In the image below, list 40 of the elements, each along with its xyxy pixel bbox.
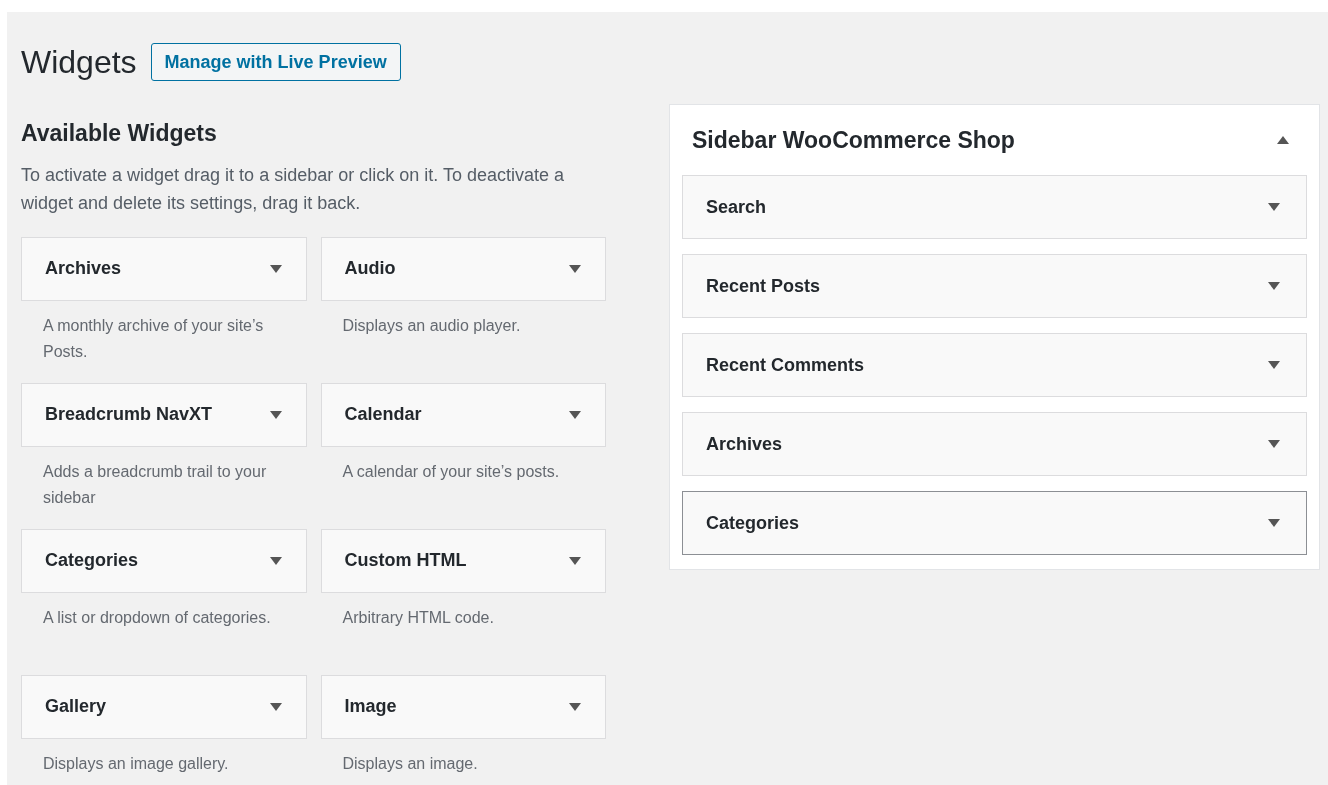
sidebar-widget-bar[interactable]: Search (682, 175, 1307, 239)
widget-description: A monthly archive of your site’s Posts. (43, 315, 265, 362)
caret-down-icon[interactable] (269, 556, 282, 565)
caret-down-icon[interactable] (1268, 361, 1280, 369)
widget-description: A calendar of your site’s posts. (342, 461, 561, 482)
widget-description: Adds a breadcrumb trail to your sidebar (43, 461, 268, 508)
sidebar-widget-bar[interactable]: Categories (682, 491, 1307, 555)
widget-title-bar[interactable]: Image (320, 674, 606, 739)
widget-description: Displays an audio player. (342, 315, 522, 336)
caret-down-icon[interactable] (569, 410, 581, 419)
widget-description: Displays an image. (342, 753, 479, 774)
page-title: Widgets (21, 43, 137, 82)
sidebar-widget-bar[interactable]: Recent Posts (682, 254, 1307, 318)
manage-live-preview-button[interactable]: Manage with Live Preview (150, 43, 401, 81)
caret-down-icon[interactable] (1268, 203, 1280, 211)
widget-title-bar[interactable]: Custom HTML (320, 528, 606, 593)
caret-down-icon[interactable] (1268, 519, 1280, 527)
caret-down-icon[interactable] (1268, 282, 1280, 290)
sidebar-widget-bar[interactable]: Archives (682, 412, 1307, 476)
section-description: To activate a widget drag it to a sidebar or click on it. To deactivate a widget and delete its settings, drag it back. (21, 163, 565, 215)
caret-down-icon[interactable] (1268, 440, 1280, 448)
widget-title-bar[interactable]: Archives (21, 236, 307, 301)
widget-title-bar[interactable]: Calendar (320, 382, 606, 447)
caret-down-icon[interactable] (269, 702, 282, 711)
widget-title-bar[interactable]: Gallery (21, 674, 307, 739)
widget-title-bar[interactable]: Categories (21, 528, 307, 593)
sidebar-title: Sidebar WooCommerce Shop (692, 125, 1015, 155)
sidebar-widget-bar[interactable]: Recent Comments (682, 333, 1307, 397)
widget-title-bar[interactable]: Audio (320, 236, 606, 301)
caret-down-icon[interactable] (269, 264, 282, 273)
section-heading: Available Widgets (21, 119, 218, 148)
widget-description: Displays an image gallery. (43, 753, 230, 774)
collapse-arrow-icon[interactable] (1277, 136, 1289, 144)
widget-description: A list or dropdown of categories. (43, 607, 272, 628)
caret-down-icon[interactable] (569, 556, 581, 565)
widget-title-bar[interactable]: Breadcrumb NavXT (21, 382, 307, 447)
widget-description: Arbitrary HTML code. (342, 607, 495, 628)
caret-down-icon[interactable] (569, 702, 581, 711)
caret-down-icon[interactable] (269, 410, 282, 419)
caret-down-icon[interactable] (569, 264, 581, 273)
